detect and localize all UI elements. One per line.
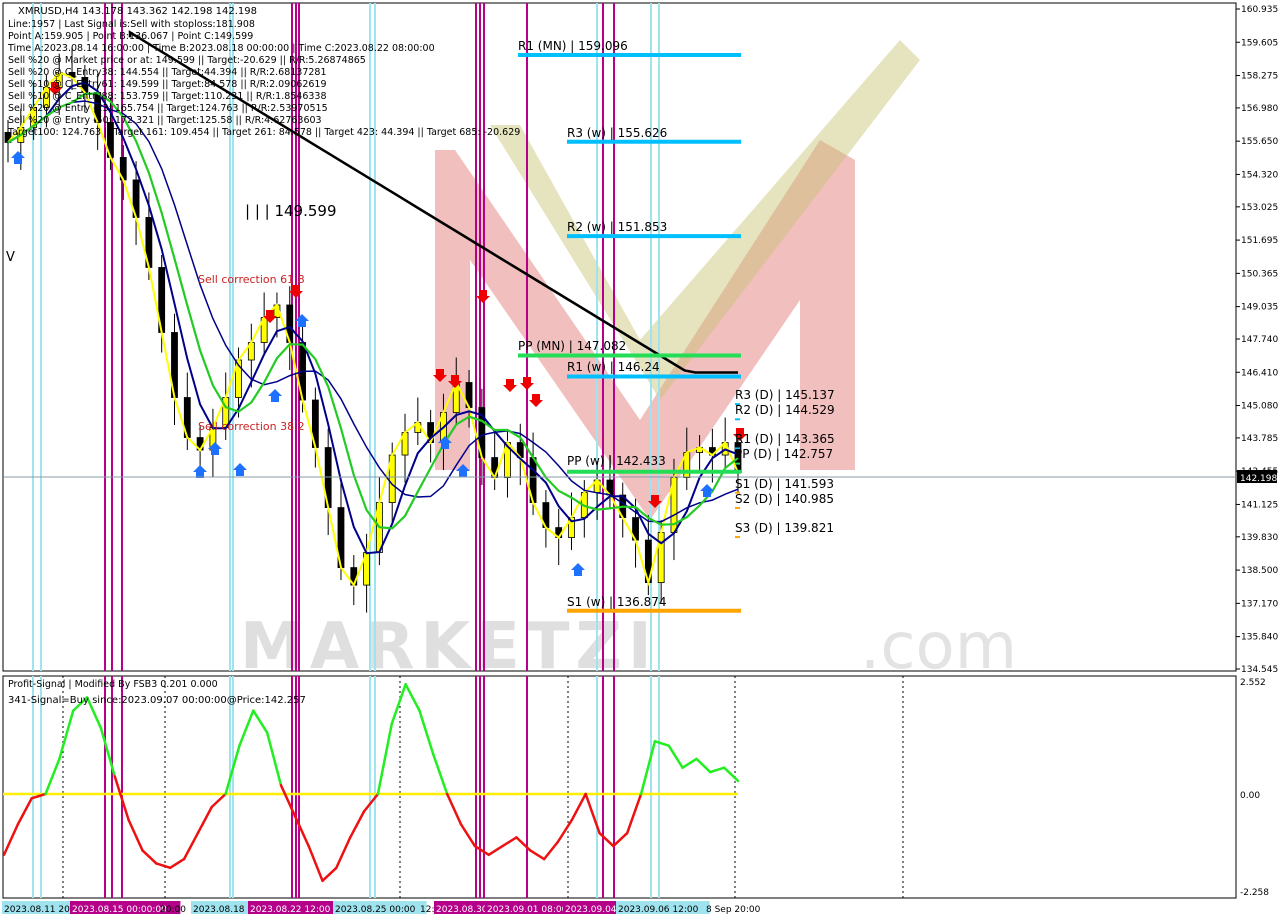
info-line-9: Sell %20 @ Entry -50: 172.321 || Target:…: [8, 115, 322, 126]
s2-d-label: S2 (D) | 140.985: [735, 492, 834, 506]
price-tick-label: 155.650: [1241, 137, 1278, 147]
info-line-6: Sell %10 @ C_Entry61: 149.599 || Target:…: [8, 79, 327, 90]
price-tick-label: 158.275: [1241, 72, 1278, 82]
price-tick-label: 135.840: [1241, 633, 1278, 643]
time-tick-label: 8 Sep 20:00: [706, 905, 761, 915]
osc-tick-bottom: -2.258: [1240, 888, 1269, 898]
time-tick-label: 20:00: [160, 905, 186, 915]
time-tick-label: 2023.08.25 00:00: [335, 905, 416, 915]
price-tick-label: 139.830: [1241, 533, 1278, 543]
symbol-ohlc-line: XMRUSD,H4 143.178 143.362 142.198 142.19…: [18, 6, 257, 17]
chart-canvas: MARKETZI .com XMRUSD,H4 143.178 143.362 …: [2, 2, 1278, 915]
price-tick-label: 150.365: [1241, 269, 1278, 279]
time-tick-label: 2023.09.01 08:00: [487, 905, 568, 915]
svg-text:.com: .com: [860, 610, 1017, 684]
info-line-8: Sell %20 @ Entry -23: 165.754 || Target:…: [8, 103, 328, 114]
r3-d-label: R3 (D) | 145.137: [735, 388, 835, 402]
price-tick-label: 137.170: [1241, 599, 1278, 609]
price-tick-label: 143.785: [1241, 434, 1278, 444]
info-line-4: Sell %20 @ Market price or at: 149.599 |…: [8, 55, 366, 66]
price-tick-label: 156.980: [1241, 104, 1278, 114]
price-tick-label: 149.035: [1241, 303, 1278, 313]
r1-w-label: R1 (w) | 146.24: [567, 360, 660, 374]
r2-w-label: R2 (w) | 151.853: [567, 220, 667, 234]
r1-d-label: R1 (D) | 143.365: [735, 432, 835, 446]
pp-mn-label: PP (MN) | 147.082: [518, 339, 626, 353]
point-c-label: | | | 149.599: [245, 202, 337, 220]
price-tick-label: 141.125: [1241, 500, 1278, 510]
s3-d-label: S3 (D) | 139.821: [735, 521, 834, 535]
info-line-7: Sell %10 @ C_Entry88: 153.759 || Target:…: [8, 91, 327, 102]
v-marker: V: [6, 250, 15, 265]
r1-mn-label: R1 (MN) | 159.096: [518, 39, 628, 53]
info-line-3: Time A:2023.08.14 16:00:00 | Time B:2023…: [7, 43, 435, 54]
osc-tick-top: 2.552: [1240, 678, 1266, 688]
price-tick-label: 138.500: [1241, 566, 1278, 576]
time-tick-label: 2023.09.06 12:00: [618, 905, 699, 915]
s1-w-label: S1 (w) | 136.874: [567, 595, 667, 609]
price-tick-label: 147.740: [1241, 335, 1278, 345]
oscillator-signal-text: 341-Signal=Buy since:2023.09.07 00:00:00…: [8, 695, 306, 706]
info-line-2: Point A:159.905 | Point B:136.067 | Poin…: [8, 31, 253, 42]
time-tick-label: 2023.08.22 12:00: [250, 905, 331, 915]
s1-d-label: S1 (D) | 141.593: [735, 477, 834, 491]
price-tick-label: 160.935: [1241, 5, 1278, 15]
svg-text:MARKETZI: MARKETZI: [240, 610, 658, 684]
sell-correction-382-label: Sell correction 38.2: [198, 420, 305, 433]
info-line-5: Sell %20 @ C_Entry38: 144.554 || Target:…: [8, 67, 327, 78]
pp-d-label: PP (D) | 142.757: [735, 447, 833, 461]
pp-w-label: PP (w) | 142.433: [567, 454, 666, 468]
sell-correction-618-label: Sell correction 61.8: [198, 273, 305, 286]
osc-tick-zero: 0.00: [1240, 791, 1260, 801]
time-tick-label: 2023.08.15 00:00:00: [72, 905, 167, 915]
info-line-1: Line:1957 | Last Signal is:Sell with sto…: [8, 19, 255, 30]
price-tick-label: 146.410: [1241, 368, 1278, 378]
time-tick-label: 2023.09.04: [565, 905, 617, 915]
info-line-10: Target100: 124.763 || Target 161: 109.45…: [7, 127, 520, 138]
r3-w-label: R3 (w) | 155.626: [567, 126, 667, 140]
price-tick-label: 154.320: [1241, 170, 1278, 180]
oscillator-plot-area[interactable]: [2, 675, 1237, 899]
price-tick-label: 134.545: [1241, 665, 1278, 675]
oscillator-title: Profit-Signal | Modified By FSB3 0.201 0…: [8, 679, 218, 690]
current-price-value: 142.198: [1240, 474, 1277, 484]
price-tick-label: 151.695: [1241, 236, 1278, 246]
price-tick-label: 145.080: [1241, 402, 1278, 412]
price-tick-label: 153.025: [1241, 203, 1278, 213]
price-axis[interactable]: 160.935 159.605 158.275 156.980 155.650 154.3…: [1236, 5, 1278, 675]
r2-d-label: R2 (D) | 144.529: [735, 403, 835, 417]
time-tick-label: 2023.08.30: [436, 905, 488, 915]
trading-chart[interactable]: MARKETZI .com XMRUSD,H4 143.178 143.362 …: [0, 0, 1280, 920]
time-axis[interactable]: 2023.08.11 20:002023.08.15 00:00:0020:00…: [2, 901, 761, 915]
price-tick-label: 159.605: [1241, 38, 1278, 48]
